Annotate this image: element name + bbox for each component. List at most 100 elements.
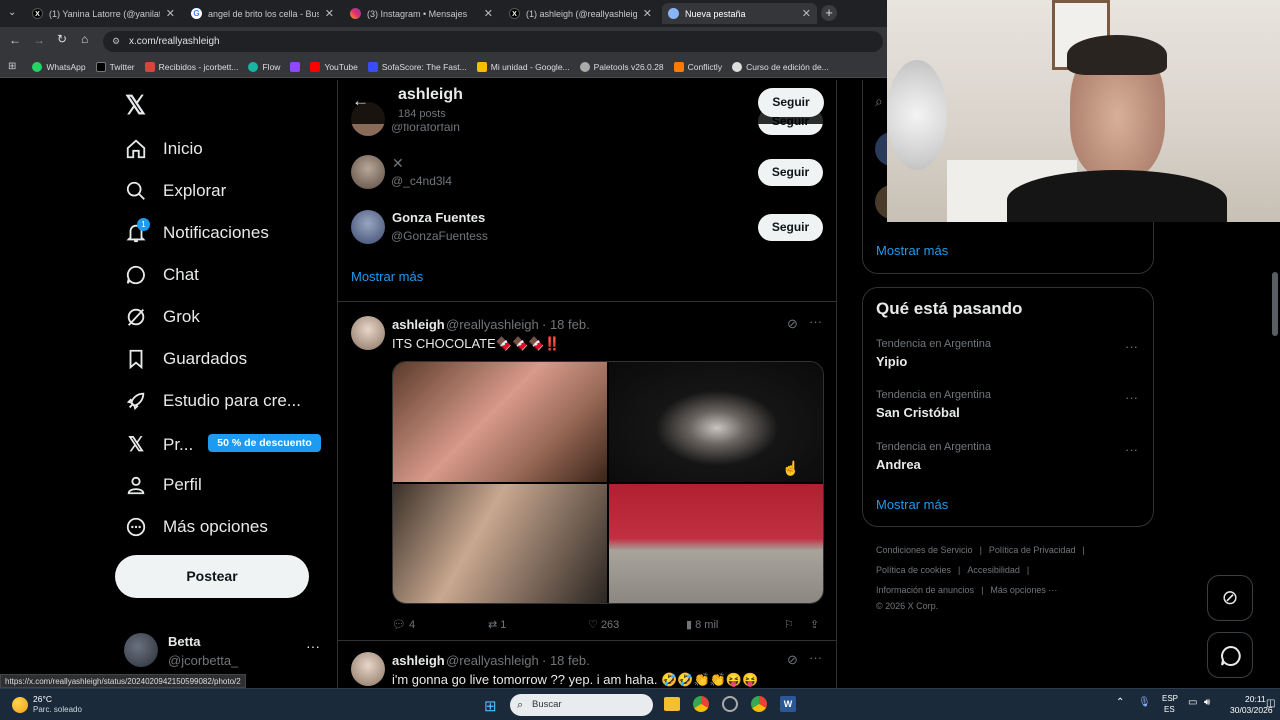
file-explorer-icon[interactable] [664, 697, 680, 711]
nav-item-bookmarks[interactable]: Guardados [125, 348, 247, 370]
tweet-photo[interactable] [609, 484, 823, 603]
tweet-date[interactable]: · 18 feb. [542, 653, 590, 668]
grok-icon[interactable]: ⊘ [787, 316, 798, 332]
chat-float-button[interactable] [1207, 632, 1253, 678]
browser-tab[interactable]: X (1) Yanina Latorre (@yanilatorre ✕ [26, 3, 181, 24]
word-icon[interactable]: W [780, 696, 796, 712]
more-icon[interactable]: ··· [1125, 339, 1138, 354]
more-icon[interactable]: ··· [1125, 390, 1138, 405]
grok-float-button[interactable]: ⊘ [1207, 575, 1253, 621]
follow-button[interactable]: Seguir [758, 159, 823, 186]
url-input[interactable]: ⚙ x.com/reallyashleigh [103, 31, 883, 52]
bookmark-item[interactable]: Paletools v26.0.28 [579, 61, 664, 72]
close-icon[interactable]: ✕ [643, 7, 652, 20]
bookmark-item[interactable]: Conflictly [673, 61, 722, 72]
bookmark-item[interactable]: YouTube [310, 61, 358, 72]
forward-icon[interactable]: → [33, 33, 45, 47]
more-icon[interactable]: ··· [809, 314, 822, 329]
share-icon[interactable]: ⇪ [810, 618, 819, 631]
footer-link[interactable]: Información de anuncios [876, 585, 974, 595]
footer-link[interactable]: Política de Privacidad [989, 545, 1076, 555]
nav-item-notifications[interactable]: 1 Notificaciones [125, 218, 269, 244]
tweet-photo[interactable] [393, 362, 607, 482]
microphone-icon[interactable]: 🎙︎ [1138, 697, 1151, 708]
bookmark-item[interactable]: Twitter [95, 61, 135, 72]
trend-item[interactable]: Tendencia en Argentina Yipio ··· [863, 336, 1153, 376]
like-button[interactable]: ♡ 263 [588, 618, 619, 631]
page-scrollbar[interactable] [1272, 272, 1278, 336]
back-arrow-icon[interactable]: ← [352, 91, 369, 111]
bookmark-item[interactable]: Mi unidad - Google... [476, 61, 570, 72]
show-more-link[interactable]: Mostrar más [876, 497, 948, 512]
tweet-photo[interactable] [393, 484, 607, 603]
tab-list-chevron-icon[interactable]: ⌄ [8, 7, 16, 18]
close-icon[interactable]: ✕ [802, 7, 811, 20]
avatar[interactable] [351, 652, 385, 686]
browser-tab-active[interactable]: Nueva pestaña ✕ [662, 3, 817, 24]
nav-item-more[interactable]: Más opciones [125, 516, 268, 538]
bookmark-item[interactable] [290, 61, 301, 72]
footer-link[interactable]: Accesibilidad [967, 565, 1020, 575]
volume-icon[interactable]: 🔊︎ [1204, 697, 1210, 708]
show-more-link[interactable]: Mostrar más [351, 269, 423, 284]
network-icon[interactable]: ▭ [1188, 697, 1197, 708]
home-icon[interactable]: ⌂ [81, 32, 88, 46]
back-icon[interactable]: ← [9, 33, 21, 47]
avatar[interactable] [351, 155, 385, 189]
clock-time[interactable]: 20:11 [1245, 694, 1266, 704]
nav-item-explore[interactable]: Explorar [125, 180, 226, 202]
avatar[interactable] [351, 210, 385, 244]
footer-link[interactable]: Política de cookies [876, 565, 951, 575]
nav-item-grok[interactable]: Grok [125, 306, 200, 328]
new-tab-button[interactable]: + [821, 5, 837, 21]
bookmark-icon[interactable]: ⚐ [784, 618, 794, 631]
show-more-link[interactable]: Mostrar más [876, 243, 948, 258]
apps-grid-icon[interactable]: ⊞ [8, 61, 16, 72]
nav-item-chat[interactable]: Chat [125, 264, 199, 286]
tweet[interactable]: ashleigh @reallyashleigh · 18 feb. ⊘ ···… [338, 302, 836, 640]
chrome-icon[interactable] [751, 696, 767, 712]
tweet-author-handle[interactable]: @reallyashleigh [446, 653, 539, 668]
follow-button[interactable]: Seguir [758, 214, 823, 241]
more-icon[interactable]: ··· [1125, 442, 1138, 457]
language-indicator[interactable]: ESP [1162, 694, 1178, 703]
nav-item-home[interactable]: Inicio [125, 138, 203, 160]
tweet-date[interactable]: · 18 feb. [542, 317, 590, 332]
nav-item-premium[interactable]: 𝕏 Pr... [125, 432, 193, 457]
x-logo-icon[interactable]: 𝕏 [125, 90, 146, 121]
reply-button[interactable]: 💬︎ 4 [392, 618, 415, 631]
site-info-icon[interactable]: ⚙ [112, 31, 120, 52]
post-button[interactable]: Postear [115, 555, 309, 598]
tweet-author-name[interactable]: ashleigh [392, 653, 445, 668]
grok-icon[interactable]: ⊘ [787, 652, 798, 668]
bookmark-item[interactable]: SofaScore: The Fast... [367, 61, 467, 72]
trend-item[interactable]: Tendencia en Argentina Andrea ··· [863, 440, 1153, 480]
footer-link[interactable]: Condiciones de Servicio [876, 545, 973, 555]
browser-tab[interactable]: G angel de brito los cella - Buscar ✕ [185, 3, 340, 24]
chrome-icon[interactable] [693, 696, 709, 712]
close-icon[interactable]: ✕ [166, 7, 175, 20]
footer-link[interactable]: Más opciones ··· [990, 585, 1057, 595]
weather-icon[interactable] [12, 697, 28, 713]
premium-discount-badge[interactable]: 50 % de descuento [208, 434, 321, 452]
notifications-icon[interactable]: ◫ [1266, 698, 1275, 709]
nav-item-profile[interactable]: Perfil [125, 474, 202, 496]
more-icon[interactable]: ··· [306, 638, 320, 654]
tweet[interactable]: ashleigh @reallyashleigh · 18 feb. ⊘ ···… [338, 641, 836, 692]
more-icon[interactable]: ··· [809, 650, 822, 665]
chevron-up-icon[interactable]: ⌃ [1116, 697, 1124, 708]
browser-tab[interactable]: X (1) ashleigh (@reallyashleigh) / ✕ [503, 3, 658, 24]
bookmark-item[interactable]: WhatsApp [32, 61, 86, 72]
tweet-author-handle[interactable]: @reallyashleigh [446, 317, 539, 332]
bookmark-item[interactable]: Recibidos - jcorbett... [144, 61, 238, 72]
bookmark-item[interactable]: Flow [248, 61, 280, 72]
steam-icon[interactable] [722, 696, 738, 712]
browser-tab[interactable]: (3) Instagram • Mensajes ✕ [344, 3, 499, 24]
trend-item[interactable]: Tendencia en Argentina San Cristóbal ··· [863, 388, 1153, 428]
nav-item-creator-studio[interactable]: Estudio para cre... [125, 390, 301, 412]
avatar[interactable] [351, 316, 385, 350]
follow-button[interactable]: Seguir [758, 88, 824, 117]
search-icon[interactable]: ⌕ [875, 93, 883, 110]
close-icon[interactable]: ✕ [484, 7, 493, 20]
repost-button[interactable]: ⇄ 1 [488, 618, 506, 631]
